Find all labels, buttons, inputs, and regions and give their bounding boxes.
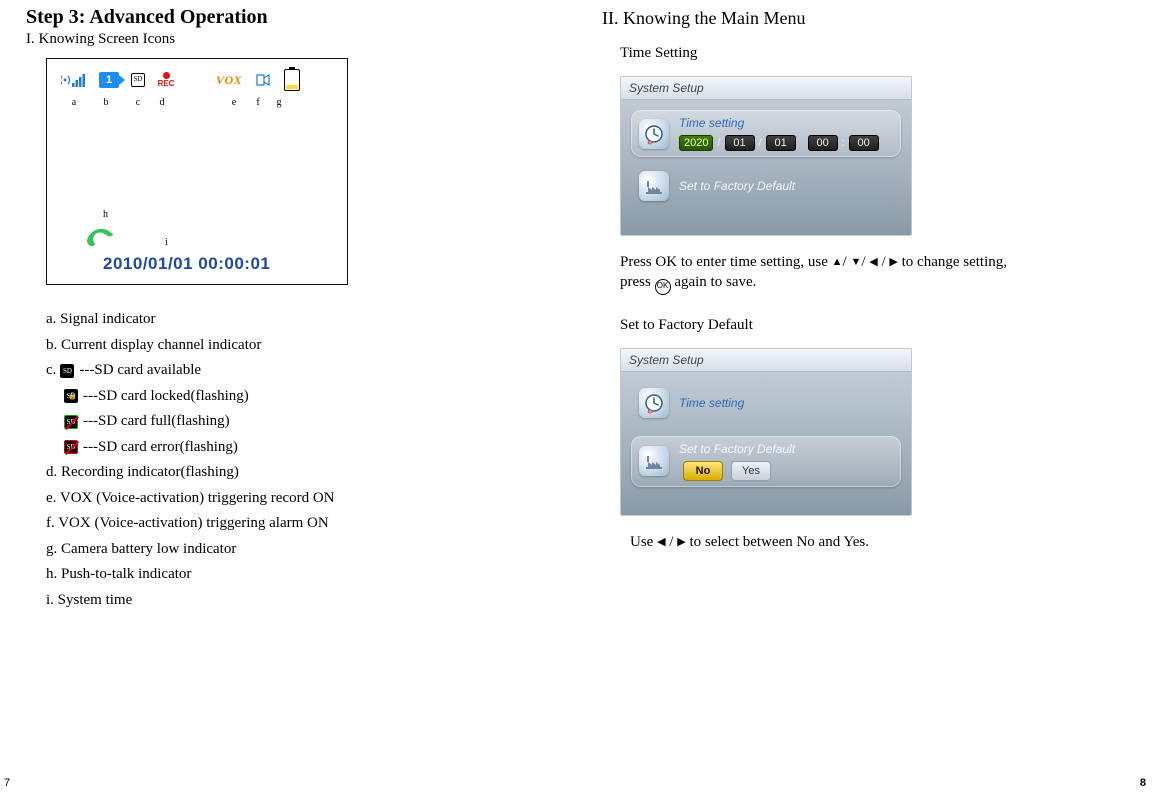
legend-c-locked: SD🔒 ---SD card locked(flashing) [64, 384, 550, 410]
sd-locked-icon: SD🔒 [64, 389, 78, 403]
legend-f: f. VOX (Voice-activation) triggering ala… [46, 511, 550, 537]
menu-item-time-setting[interactable]: 25 Time setting [631, 382, 901, 424]
legend-h: h. Push-to-talk indicator [46, 562, 550, 588]
status-icon-row: 1 SD REC VOX [61, 69, 333, 91]
date-time-editor[interactable]: 2020 / 01 / 01 00 : 00 [679, 135, 879, 151]
section-1-heading: I. Knowing Screen Icons [26, 31, 550, 48]
factory-default-heading: Set to Factory Default [620, 317, 1126, 334]
legend-i: i. System time [46, 588, 550, 614]
icon-legend: a. Signal indicator b. Current display c… [46, 307, 550, 613]
yes-button[interactable]: Yes [731, 461, 771, 481]
push-to-talk-icon [83, 224, 117, 255]
left-arrow-icon: ◀ [657, 536, 665, 548]
right-arrow-icon: ▶ [889, 256, 897, 268]
menu-item-time-setting[interactable]: 25 Time setting 2020 / 01 / 01 00 : [631, 110, 901, 157]
menu-item-label: Time setting [679, 396, 744, 410]
icon-label-row: a b c d e f g [61, 97, 333, 108]
rec-icon: REC [158, 72, 174, 88]
alarm-icon [254, 71, 272, 89]
svg-text:25: 25 [648, 140, 652, 144]
menu-title-bar: System Setup [621, 77, 911, 100]
page-number-right: 8 [1140, 777, 1146, 789]
up-arrow-icon: ▲ [832, 256, 843, 268]
menu-item-label: Set to Factory Default [679, 442, 795, 456]
sd-status-icon: SD [131, 73, 145, 87]
time-setting-hint: Press OK to enter time setting, use ▲/ ▼… [620, 252, 1126, 295]
month-field[interactable]: 01 [725, 135, 755, 151]
page-number-left: 7 [4, 777, 10, 789]
vox-icon: VOX [216, 73, 242, 88]
system-time: 2010/01/01 00:00:01 [103, 254, 270, 274]
legend-d: d. Recording indicator(flashing) [46, 460, 550, 486]
sd-available-icon: SD [60, 364, 74, 378]
minute-field[interactable]: 00 [849, 135, 879, 151]
no-button[interactable]: No [683, 461, 723, 481]
down-arrow-icon: ▼ [850, 256, 861, 268]
right-arrow-icon: ▶ [677, 536, 685, 548]
hour-field[interactable]: 00 [808, 135, 838, 151]
clock-icon: 25 [639, 388, 669, 418]
menu-item-label: Time setting [679, 116, 879, 130]
page-left: Step 3: Advanced Operation I. Knowing Sc… [0, 0, 576, 793]
legend-g: g. Camera battery low indicator [46, 537, 550, 563]
factory-default-hint: Use ◀ / ▶ to select between No and Yes. [630, 532, 1126, 552]
label-h: h [103, 209, 108, 220]
page-right: II. Knowing the Main Menu Time Setting S… [576, 0, 1152, 793]
yes-no-selector[interactable]: No Yes [683, 461, 795, 481]
label-i: i [165, 237, 168, 248]
svg-text:25: 25 [648, 409, 652, 413]
ok-button-icon: OK [655, 279, 671, 295]
device-screen-mock: 1 SD REC VOX a b c d e f g [46, 58, 348, 285]
legend-c-avail: c. SD ---SD card available [46, 358, 550, 384]
step-title: Step 3: Advanced Operation [26, 6, 550, 29]
legend-b: b. Current display channel indicator [46, 333, 550, 359]
menu-title-bar: System Setup [621, 349, 911, 372]
system-setup-menu-factory: System Setup 25 Time setting Set to Fact… [620, 348, 912, 516]
sd-error-icon: SD [64, 440, 78, 454]
menu-item-factory-default[interactable]: Set to Factory Default No Yes [631, 436, 901, 487]
sd-full-icon: SD [64, 415, 78, 429]
section-2-heading: II. Knowing the Main Menu [602, 8, 1126, 29]
legend-a: a. Signal indicator [46, 307, 550, 333]
left-arrow-icon: ◀ [869, 256, 877, 268]
legend-c-full: SD ---SD card full(flashing) [64, 409, 550, 435]
signal-icon [61, 71, 87, 89]
legend-c-error: SD ---SD card error(flashing) [64, 435, 550, 461]
menu-item-factory-default[interactable]: Set to Factory Default [631, 165, 901, 207]
time-setting-heading: Time Setting [620, 45, 1126, 62]
factory-icon [639, 446, 669, 476]
factory-icon [639, 171, 669, 201]
system-setup-menu-time: System Setup 25 Time setting 2020 / 01 /… [620, 76, 912, 236]
battery-low-icon [284, 69, 300, 91]
menu-item-label: Set to Factory Default [679, 179, 795, 193]
channel-icon: 1 [99, 72, 119, 88]
legend-e: e. VOX (Voice-activation) triggering rec… [46, 486, 550, 512]
year-field[interactable]: 2020 [679, 135, 713, 151]
clock-icon: 25 [639, 119, 669, 149]
manual-spread: Step 3: Advanced Operation I. Knowing Sc… [0, 0, 1152, 793]
day-field[interactable]: 01 [766, 135, 796, 151]
